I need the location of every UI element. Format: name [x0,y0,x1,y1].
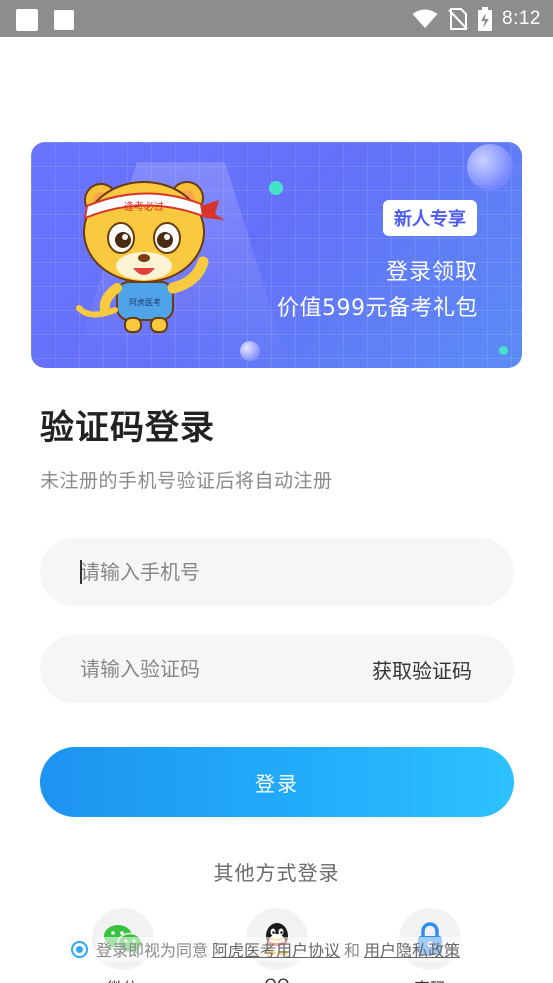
decorative-sphere [467,144,513,190]
wifi-icon [412,9,438,28]
phone-input[interactable] [80,538,380,606]
promo-banner[interactable]: 逢考必过 阿虎医考 新人专享 登录领取 价值599元备考礼包 [31,142,522,368]
get-code-button[interactable]: 获取验证码 [372,635,472,703]
status-time: 8:12 [502,7,541,29]
agreement-radio[interactable] [71,940,88,958]
notification-square-icon [16,9,38,31]
privacy-policy-link[interactable]: 用户隐私政策 [364,937,461,961]
code-field[interactable]: 获取验证码 [40,635,514,703]
notification-square-icon [54,10,74,30]
mascot-headband-text: 逢考必过 [124,200,164,213]
password-login-label: 密码 [399,975,461,983]
login-button[interactable]: 登录 [40,747,514,817]
qq-login-label: QQ [246,975,308,983]
tiger-mascot-icon: 逢考必过 阿虎医考 [76,181,225,333]
status-bar: 8:12 [0,0,553,37]
agreement-prefix: 登录即视为同意 [96,937,209,961]
wechat-login-label: 微信 [92,975,154,983]
agreement-and: 和 [344,937,361,961]
text-caret [80,560,82,584]
other-login-heading: 其他方式登录 [213,861,340,885]
decorative-dot [269,181,283,195]
no-sim-icon [448,7,468,30]
banner-subheadline: 价值599元备考礼包 [277,296,478,321]
page-title: 验证码登录 [40,408,215,448]
banner-headline: 登录领取 [385,260,478,285]
new-user-badge: 新人专享 [383,200,477,236]
agreement-row: 登录即视为同意 阿虎医考用户协议 和 用户隐私政策 [71,937,464,961]
user-agreement-link[interactable]: 阿虎医考用户协议 [212,937,341,961]
battery-charging-icon [478,6,493,31]
decorative-sphere [240,341,260,361]
mascot-shirt-text: 阿虎医考 [129,297,161,307]
phone-field[interactable] [40,538,514,606]
verification-code-input[interactable] [80,635,380,703]
login-page: 8:12 逢考必过 阿虎医考 新人专享 登录领取 价值599元备考礼包 验证码登… [0,0,553,983]
decorative-dot [499,346,508,355]
page-subtitle: 未注册的手机号验证后将自动注册 [40,470,333,492]
